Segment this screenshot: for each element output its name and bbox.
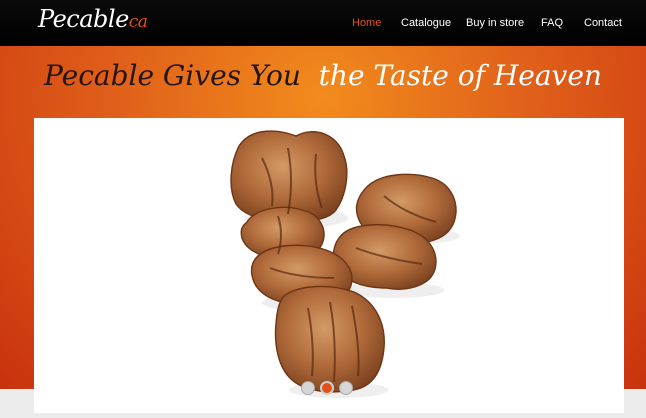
slide-dot-1[interactable] <box>301 381 315 395</box>
nav-buy-in-store-link[interactable]: Buy in store <box>466 17 524 29</box>
top-navigation-bar: Pecableca Home Catalogue Buy in store FA… <box>0 0 646 46</box>
tagline-part-one: Pecable Gives You <box>44 59 301 92</box>
nav-catalogue-link[interactable]: Catalogue <box>401 17 451 29</box>
logo-tld: ca <box>128 12 148 32</box>
candied-pecans-image <box>230 130 460 398</box>
hero-tagline: Pecable Gives You the Taste of Heaven <box>0 59 646 92</box>
logo-name: Pecable <box>38 5 129 33</box>
nav-faq-link[interactable]: FAQ <box>541 17 563 29</box>
tagline-part-two: the Taste of Heaven <box>318 59 602 92</box>
nav-home-link[interactable]: Home <box>352 17 381 29</box>
image-slider[interactable] <box>34 118 624 413</box>
nav-contact-link[interactable]: Contact <box>584 17 622 29</box>
slide-dot-2[interactable] <box>320 381 334 395</box>
slide-dot-3[interactable] <box>339 381 353 395</box>
site-logo[interactable]: Pecableca <box>38 5 148 33</box>
